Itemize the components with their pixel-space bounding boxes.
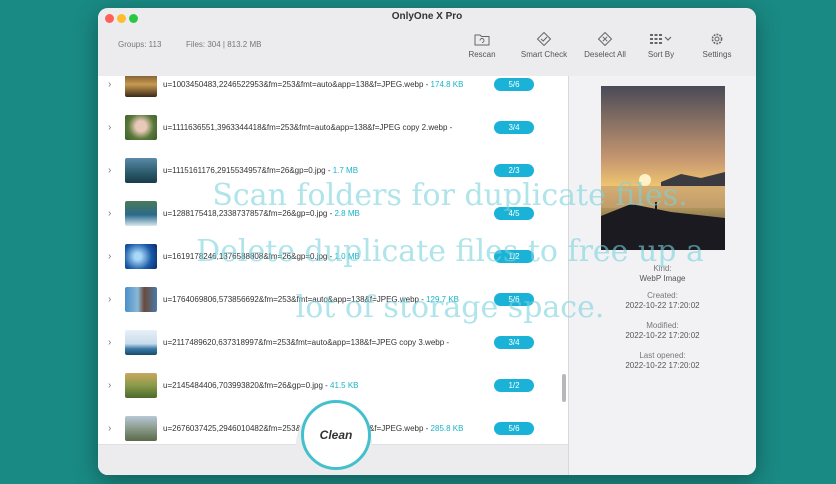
file-detail-pane: Kind: WebP Image Created: 2022-10-22 17:… xyxy=(569,76,756,475)
last-opened-label: Last opened: xyxy=(639,351,686,360)
clean-button[interactable]: Clean xyxy=(301,400,371,470)
app-window: OnlyOne X Pro Groups: 113 Files: 304 | 8… xyxy=(98,8,756,475)
diamond-check-icon xyxy=(536,32,552,46)
smart-check-button[interactable]: Smart Check xyxy=(514,32,574,59)
deselect-all-button[interactable]: Deselect All xyxy=(578,32,632,59)
window-title: OnlyOne X Pro xyxy=(391,11,463,22)
kind-value: WebP Image xyxy=(639,274,686,283)
file-name: u=2117489620,637318997&fm=253&fmt=auto&a… xyxy=(163,338,450,347)
file-name: u=1619178246,1376588808&fm=26&gp=0.jpg -… xyxy=(163,252,360,261)
chevron-right-icon[interactable]: › xyxy=(108,337,111,348)
duplicate-count-badge[interactable]: 3/4 xyxy=(494,336,534,349)
modified-value: 2022-10-22 17:20:02 xyxy=(625,331,700,340)
list-item[interactable]: › u=1115161176,2915534957&fm=26&gp=0.jpg… xyxy=(98,152,568,194)
image-preview xyxy=(601,86,725,250)
thumbnail xyxy=(125,287,157,312)
chevron-right-icon[interactable]: › xyxy=(108,251,111,262)
thumbnail xyxy=(125,416,157,441)
grid-chevron-icon xyxy=(650,34,672,44)
thumbnail xyxy=(125,115,157,140)
settings-button[interactable]: Settings xyxy=(694,32,740,59)
chevron-right-icon[interactable]: › xyxy=(108,79,111,90)
created-value: 2022-10-22 17:20:02 xyxy=(625,301,700,310)
list-scrollbar[interactable] xyxy=(562,374,566,402)
thumbnail xyxy=(125,158,157,183)
duplicate-count-badge[interactable]: 1/2 xyxy=(494,250,534,263)
list-item[interactable]: › u=2117489620,637318997&fm=253&fmt=auto… xyxy=(98,324,568,366)
duplicate-count-badge[interactable]: 2/3 xyxy=(494,164,534,177)
file-name: u=1764069806,573856692&fm=253&fmt=auto&a… xyxy=(163,295,460,304)
list-item[interactable]: › u=1288175418,2338737857&fm=26&gp=0.jpg… xyxy=(98,195,568,237)
thumbnail xyxy=(125,76,157,97)
thumbnail xyxy=(125,330,157,355)
deselect-all-label: Deselect All xyxy=(584,50,626,59)
duplicate-count-badge[interactable]: 1/2 xyxy=(494,379,534,392)
list-item[interactable]: › u=1003450483,2246522953&fm=253&fmt=aut… xyxy=(98,76,568,108)
chevron-right-icon[interactable]: › xyxy=(108,380,111,391)
duplicate-count-badge[interactable]: 3/4 xyxy=(494,121,534,134)
created-label: Created: xyxy=(647,291,678,300)
diamond-x-icon xyxy=(597,32,613,46)
modified-label: Modified: xyxy=(646,321,679,330)
groups-count: Groups: 113 xyxy=(118,40,162,49)
duplicate-count-badge[interactable]: 5/6 xyxy=(494,293,534,306)
duplicate-count-badge[interactable]: 5/6 xyxy=(494,422,534,435)
file-name: u=2145484406,703993820&fm=26&gp=0.jpg - … xyxy=(163,381,359,390)
chevron-right-icon[interactable]: › xyxy=(108,423,111,434)
list-item[interactable]: › u=1619178246,1376588808&fm=26&gp=0.jpg… xyxy=(98,238,568,280)
file-name: u=1003450483,2246522953&fm=253&fmt=auto&… xyxy=(163,80,464,89)
list-item[interactable]: › u=1764069806,573856692&fm=253&fmt=auto… xyxy=(98,281,568,323)
duplicate-count-badge[interactable]: 5/6 xyxy=(494,78,534,91)
sort-by-button[interactable]: Sort By xyxy=(638,32,684,59)
last-opened-value: 2022-10-22 17:20:02 xyxy=(625,361,700,370)
folder-rescan-icon xyxy=(474,34,490,46)
sort-by-label: Sort By xyxy=(647,50,675,59)
file-name: u=1288175418,2338737857&fm=26&gp=0.jpg -… xyxy=(163,209,360,218)
settings-label: Settings xyxy=(702,50,732,59)
rescan-label: Rescan xyxy=(468,50,496,59)
chevron-right-icon[interactable]: › xyxy=(108,165,111,176)
kind-label: Kind: xyxy=(653,264,672,273)
chevron-right-icon[interactable]: › xyxy=(108,208,111,219)
file-name: u=1115161176,2915534957&fm=26&gp=0.jpg -… xyxy=(163,166,359,175)
smart-check-label: Smart Check xyxy=(520,50,568,59)
thumbnail xyxy=(125,373,157,398)
rescan-button[interactable]: Rescan xyxy=(458,32,506,59)
chevron-right-icon[interactable]: › xyxy=(108,294,111,305)
chevron-right-icon[interactable]: › xyxy=(108,122,111,133)
title-bar: OnlyOne X Pro Groups: 113 Files: 304 | 8… xyxy=(98,8,756,77)
files-summary: Files: 304 | 813.2 MB xyxy=(186,40,262,49)
list-item[interactable]: › u=1111636551,3963344418&fm=253&fmt=aut… xyxy=(98,109,568,151)
gear-icon xyxy=(711,33,723,45)
file-name: u=1111636551,3963344418&fm=253&fmt=auto&… xyxy=(163,123,453,132)
thumbnail xyxy=(125,201,157,226)
duplicate-count-badge[interactable]: 4/5 xyxy=(494,207,534,220)
thumbnail xyxy=(125,244,157,269)
